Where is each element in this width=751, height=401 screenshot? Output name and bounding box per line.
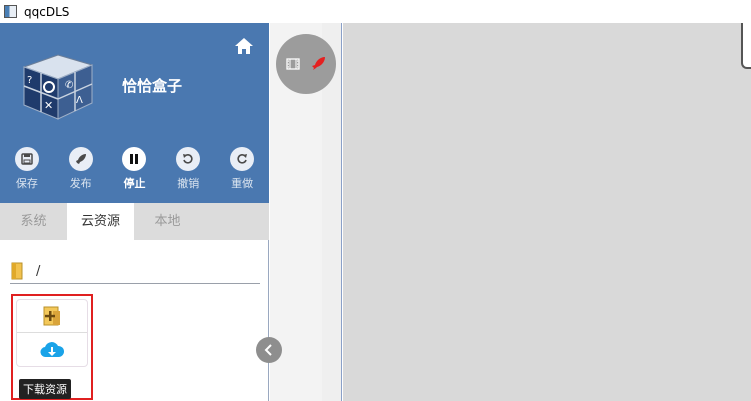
- download-resource-button[interactable]: [17, 333, 87, 366]
- redo-button[interactable]: 重做: [215, 147, 269, 191]
- stop-button[interactable]: 停止: [108, 147, 162, 191]
- redo-label: 重做: [231, 177, 254, 190]
- svg-text:?: ?: [27, 75, 32, 86]
- floating-action-button[interactable]: [276, 34, 336, 94]
- tab-system[interactable]: 系统: [0, 203, 67, 240]
- rocket-icon: [68, 147, 93, 171]
- undo-label: 撤销: [177, 177, 200, 190]
- path-value: /: [36, 263, 41, 279]
- resource-tabs: 系统 云资源 本地: [0, 203, 269, 240]
- panel-header: ? ✆ ✕ Λ 恰恰盒子 保存 发布 停止 撤销 重做: [0, 23, 269, 203]
- svg-text:Λ: Λ: [76, 95, 83, 106]
- home-icon[interactable]: [234, 37, 254, 55]
- folder-icon: [11, 262, 23, 280]
- svg-text:✕: ✕: [44, 99, 53, 112]
- left-panel: ? ✆ ✕ Λ 恰恰盒子 保存 发布 停止 撤销 重做 系统 云资源 本地 / …: [0, 23, 269, 401]
- toolbar: 保存 发布 停止 撤销 重做: [0, 147, 269, 191]
- app-icon: [4, 5, 17, 18]
- cloud-download-icon: [40, 341, 64, 357]
- svg-text:✆: ✆: [65, 80, 73, 91]
- pause-icon: [122, 147, 147, 171]
- publish-button[interactable]: 发布: [54, 147, 108, 191]
- film-icon[interactable]: [286, 58, 300, 70]
- resource-actions-highlight: 下载资源: [11, 294, 93, 400]
- title-bar: qqcDLS: [0, 0, 751, 23]
- undo-button[interactable]: 撤销: [161, 147, 215, 191]
- path-field[interactable]: /: [10, 259, 260, 284]
- window-title: qqcDLS: [24, 4, 70, 19]
- download-tooltip: 下载资源: [19, 379, 71, 399]
- canvas-corner-frame: [741, 23, 751, 69]
- resource-actions-card: [16, 299, 88, 367]
- logo-cube-icon: ? ✆ ✕ Λ: [22, 54, 94, 120]
- app-window: qqcDLS ? ✆ ✕ Λ 恰恰盒子 保存 发布 停止 撤销 重做 系统 云资…: [0, 0, 751, 401]
- design-canvas[interactable]: [343, 23, 751, 401]
- publish-label: 发布: [69, 177, 92, 190]
- undo-icon: [176, 147, 201, 171]
- rocket-launch-icon[interactable]: [310, 56, 326, 72]
- save-icon: [14, 147, 39, 171]
- redo-icon: [230, 147, 255, 171]
- add-folder-icon: [43, 306, 60, 326]
- add-folder-button[interactable]: [17, 300, 87, 333]
- tab-cloud-resources[interactable]: 云资源: [67, 203, 134, 240]
- chevron-left-icon: [264, 344, 272, 356]
- brand-name: 恰恰盒子: [122, 77, 183, 95]
- save-button[interactable]: 保存: [0, 147, 54, 191]
- collapse-panel-button[interactable]: [256, 337, 282, 363]
- stop-label: 停止: [123, 177, 146, 190]
- save-label: 保存: [15, 177, 38, 190]
- tab-local[interactable]: 本地: [134, 203, 201, 240]
